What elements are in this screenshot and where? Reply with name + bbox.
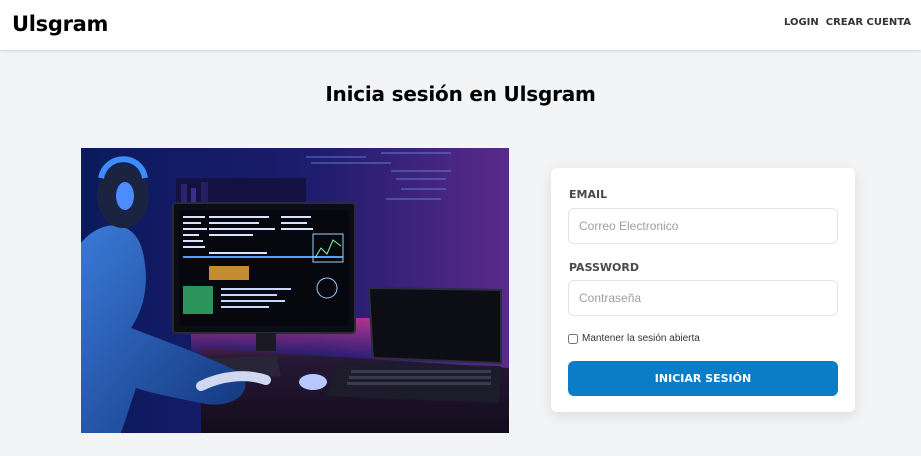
login-card: EMAIL PASSWORD Mantener la sesión abiert… bbox=[551, 168, 855, 412]
brand-logo[interactable]: Ulsgram bbox=[12, 12, 108, 36]
top-nav: LOGIN CREAR CUENTA bbox=[784, 17, 911, 28]
login-link[interactable]: LOGIN bbox=[784, 17, 819, 28]
page-title: Inicia sesión en Ulsgram bbox=[325, 82, 596, 106]
password-field[interactable] bbox=[568, 280, 838, 316]
email-label: EMAIL bbox=[569, 188, 608, 201]
remember-session-checkbox[interactable] bbox=[568, 333, 578, 344]
top-navbar: Ulsgram LOGIN CREAR CUENTA bbox=[0, 0, 921, 50]
create-account-link[interactable]: CREAR CUENTA bbox=[826, 17, 911, 28]
password-label: PASSWORD bbox=[569, 261, 640, 274]
hero-image bbox=[81, 148, 509, 433]
email-field[interactable] bbox=[568, 208, 838, 244]
remember-session-option[interactable]: Mantener la sesión abierta bbox=[568, 333, 700, 344]
remember-session-label: Mantener la sesión abierta bbox=[582, 333, 700, 344]
login-button[interactable]: INICIAR SESIÓN bbox=[568, 361, 838, 396]
developer-at-computer-illustration bbox=[81, 148, 509, 433]
